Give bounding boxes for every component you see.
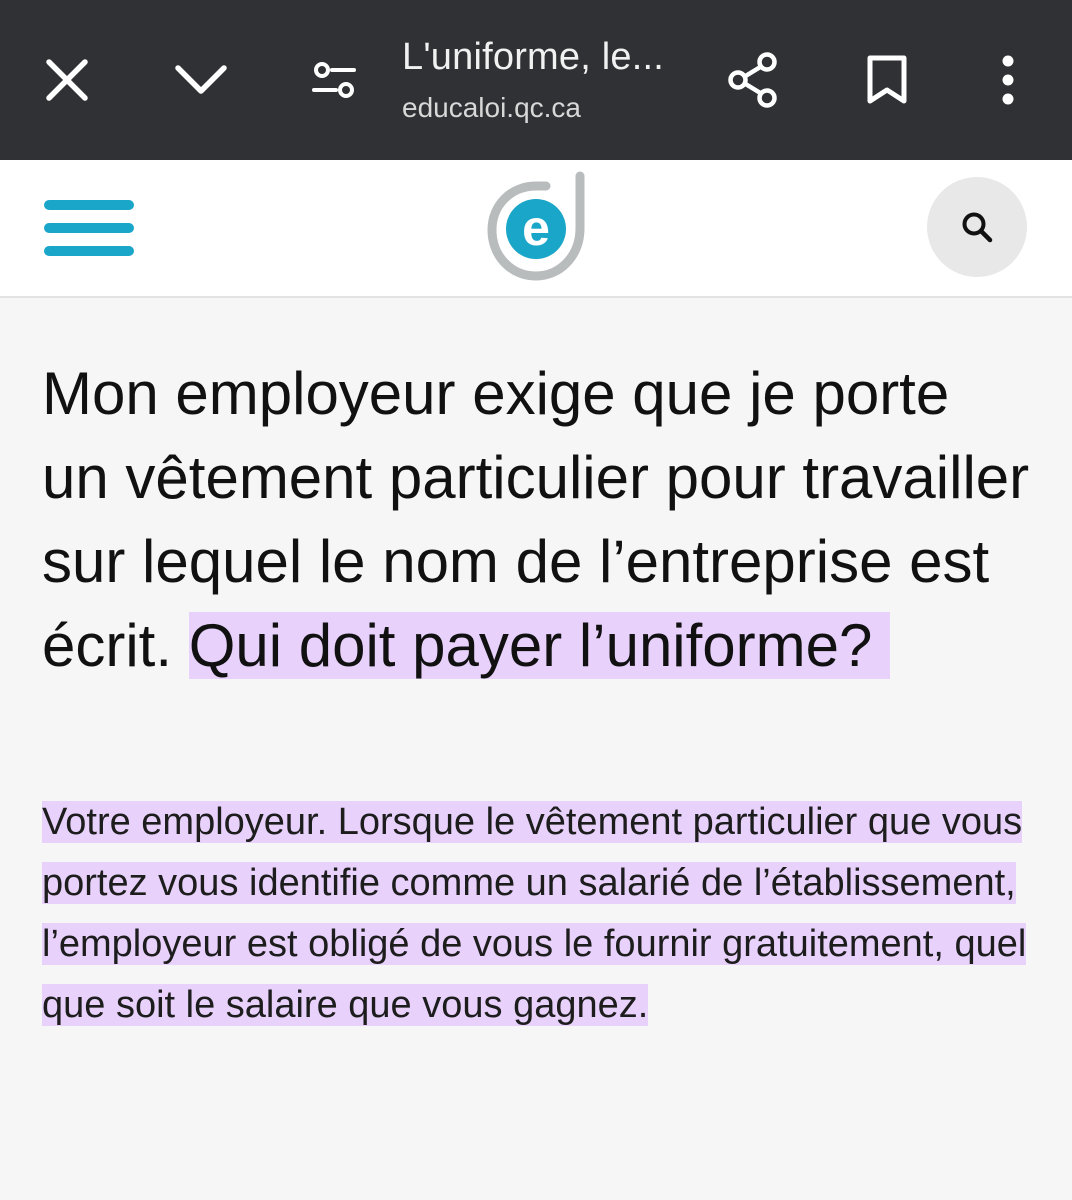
hamburger-icon-bar [44,246,134,256]
more-vert-icon [1002,55,1014,105]
site-logo[interactable]: e [484,170,590,282]
article-answer: Votre employeur. Lorsque le vêtement par… [42,792,1042,1036]
chevron-down-icon [175,65,227,94]
answer-highlighted-text: Votre employeur. Lorsque le vêtement par… [42,801,1027,1026]
bookmark-button[interactable] [847,40,927,120]
article-question: Mon employeur exige que je porte un vête… [42,352,1032,688]
hamburger-icon [44,200,134,210]
search-icon [962,212,993,243]
tune-icon [312,62,356,98]
question-highlighted-text: Qui doit payer l’uniforme? [188,612,891,679]
more-options-button[interactable] [968,40,1048,120]
menu-button[interactable] [44,200,136,258]
svg-text:e: e [522,200,550,256]
hamburger-icon-bar [44,223,134,233]
page-title[interactable]: L'uniforme, le... [402,36,664,79]
close-icon [46,59,88,101]
bookmark-icon [867,55,907,104]
page-url[interactable]: educaloi.qc.ca [402,92,581,124]
site-header: e [0,160,1072,298]
site-settings-button[interactable] [294,40,374,120]
browser-toolbar: L'uniforme, le... educaloi.qc.ca [0,0,1072,160]
minimize-button[interactable] [161,40,241,120]
educaloi-logo-icon: e [487,171,585,281]
share-button[interactable] [713,40,793,120]
search-button[interactable] [927,177,1027,277]
close-button[interactable] [27,40,107,120]
share-icon [728,52,777,108]
